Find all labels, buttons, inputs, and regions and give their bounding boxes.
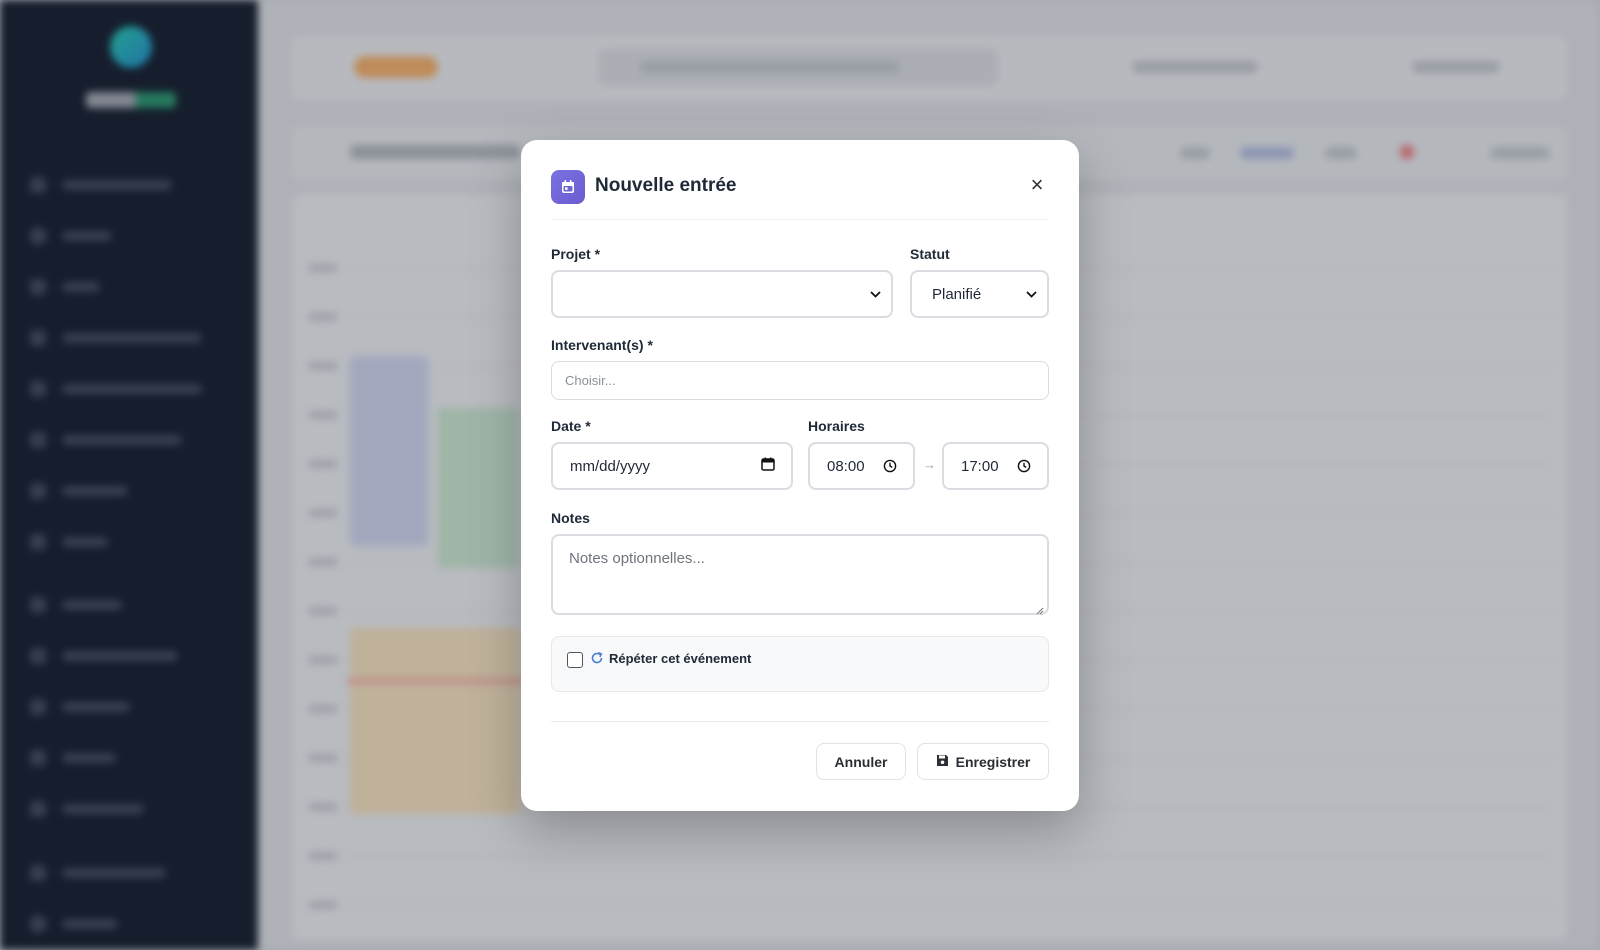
repeat-checkbox[interactable]: [567, 652, 583, 668]
modal-header: Nouvelle entrée ×: [551, 170, 1049, 220]
statut-select-value: Planifié: [932, 285, 982, 303]
modal-title: Nouvelle entrée: [595, 175, 737, 196]
cancel-button-label: Annuler: [834, 753, 888, 770]
end-time-input[interactable]: 17:00: [942, 442, 1049, 490]
cancel-button[interactable]: Annuler: [816, 743, 906, 780]
start-time-value: 08:00: [827, 457, 865, 475]
notes-placeholder: Notes optionnelles...: [569, 550, 705, 567]
projet-label: Projet *: [551, 246, 601, 262]
new-entry-modal: Nouvelle entrée × Projet * Statut Planif…: [521, 140, 1079, 811]
date-label: Date *: [551, 418, 591, 434]
save-icon: [936, 754, 949, 770]
clock-icon: [883, 459, 897, 473]
statut-select[interactable]: Planifié: [910, 270, 1049, 318]
chevron-down-icon: [870, 287, 881, 302]
save-button[interactable]: Enregistrer: [917, 743, 1049, 780]
date-input[interactable]: mm/dd/yyyy: [551, 442, 793, 490]
horaires-label: Horaires: [808, 418, 865, 434]
close-button[interactable]: ×: [1025, 174, 1049, 198]
notes-label: Notes: [551, 510, 590, 526]
clock-icon: [1017, 459, 1031, 473]
resize-handle-icon[interactable]: [1036, 602, 1044, 615]
refresh-icon: [590, 651, 606, 667]
notes-textarea[interactable]: Notes optionnelles...: [551, 534, 1049, 615]
repeat-section: Répéter cet événement: [551, 636, 1049, 692]
repeat-label: Répéter cet événement: [609, 651, 752, 666]
intervenants-placeholder: Choisir...: [565, 373, 616, 388]
start-time-input[interactable]: 08:00: [808, 442, 915, 490]
intervenants-input[interactable]: Choisir...: [551, 361, 1049, 400]
arrow-right-icon: →: [923, 457, 936, 472]
footer-divider: [551, 721, 1049, 722]
intervenants-label: Intervenant(s) *: [551, 337, 653, 353]
date-input-value: mm/dd/yyyy: [570, 457, 651, 475]
calendar-icon: [551, 170, 585, 204]
chevron-down-icon: [1026, 287, 1037, 302]
calendar-picker-icon[interactable]: [761, 457, 775, 475]
save-button-label: Enregistrer: [955, 753, 1031, 770]
projet-select[interactable]: [551, 270, 893, 318]
statut-label: Statut: [910, 246, 950, 262]
end-time-value: 17:00: [961, 457, 999, 475]
